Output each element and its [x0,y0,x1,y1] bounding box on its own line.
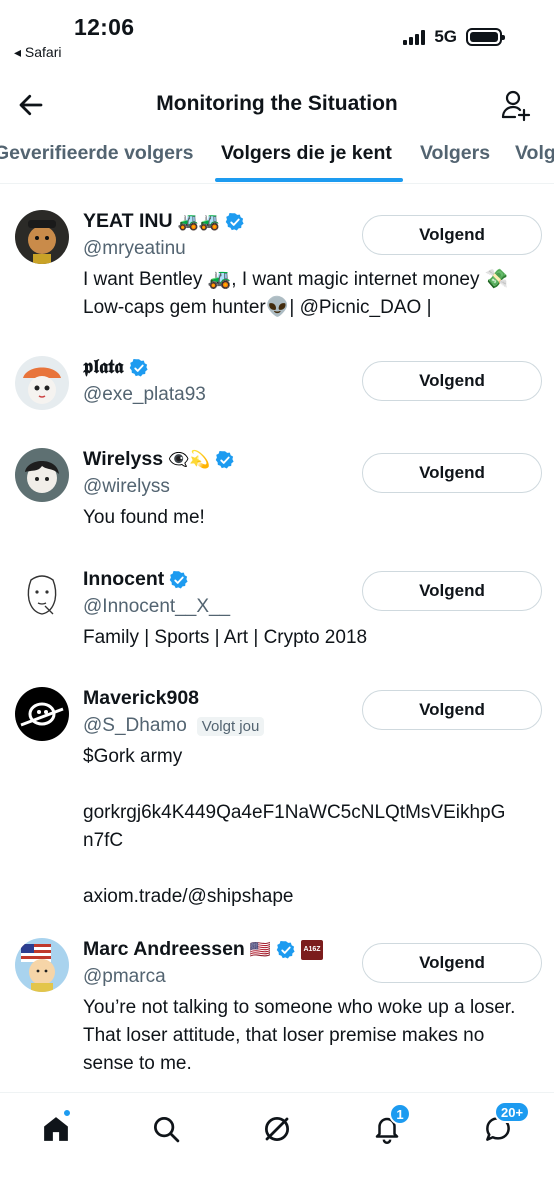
user-name-line: 𝖕𝖑𝖆𝖙𝖆 [83,356,149,379]
header: Monitoring the Situation [0,70,554,132]
user-handle: @wirelyss [83,476,170,497]
avatar[interactable] [15,938,69,992]
signal-icon [403,29,426,45]
tab-followers-you-know[interactable]: Volgers die je kent [221,142,392,165]
user-handle-line: @mryeatinu [83,238,186,260]
home-icon [44,1117,68,1141]
user-handle: @mryeatinu [83,238,186,259]
following-button[interactable]: Volgend [362,453,542,493]
user-name-line: Innocent [83,568,189,591]
add-user-button[interactable] [500,88,532,122]
following-button[interactable]: Volgend [362,943,542,983]
user-handle-line: @S_Dhamo Volgt jou [83,715,265,737]
user-name: Wirelyss [83,448,164,470]
following-button[interactable]: Volgend [362,215,542,255]
verified-badge-icon [225,212,245,232]
user-name-line: Marc Andreessen 🇺🇸 A16Z [83,938,324,961]
user-bio: You found me! [83,507,205,528]
user-handle: @pmarca [83,966,166,987]
user-handle: @exe_plata93 [83,384,206,405]
following-button[interactable]: Volgend [362,690,542,730]
user-name-line: Maverick908 [83,687,199,710]
user-name: 𝖕𝖑𝖆𝖙𝖆 [83,356,124,378]
user-handle-line: @pmarca [83,966,166,988]
user-bio: You’re not talking to someone who woke u… [83,997,516,1074]
verified-badge-icon [215,450,235,470]
verified-badge-icon [276,940,296,960]
user-name-line: Wirelyss 👁️‍🗨️💫 [83,448,235,471]
page-title: Monitoring the Situation [156,92,398,115]
follows-you-badge: Volgt jou [196,716,265,736]
user-name-line: YEAT INU 🚜🚜 [83,210,245,233]
tab-verified-followers[interactable]: Geverifieerde volgers [0,142,193,165]
tab-following[interactable]: Volg [515,142,554,165]
user-handle-line: @exe_plata93 [83,384,206,406]
avatar[interactable] [15,687,69,741]
nav-grok[interactable] [257,1109,297,1149]
status-time: 12:06 [74,14,135,40]
home-unread-dot [62,1108,72,1118]
verified-badge-icon [169,570,189,590]
bottom-tab-bar: 1 20+ [0,1092,554,1200]
user-name: Innocent [83,568,165,590]
user-handle: @S_Dhamo [83,715,187,736]
nav-messages[interactable]: 20+ [478,1101,531,1149]
following-button[interactable]: Volgend [362,361,542,401]
nav-notifications[interactable]: 1 [367,1103,411,1149]
avatar[interactable] [15,210,69,264]
status-indicators: 5G [403,27,505,47]
name-emoji: 👁️‍🗨️💫 [168,449,211,469]
nav-search[interactable] [146,1109,186,1149]
active-tab-indicator [215,178,403,182]
name-emoji: 🚜🚜 [177,211,220,231]
user-handle: @Innocent__X__ [83,596,231,617]
back-to-safari-link[interactable]: ◂ Safari [14,44,62,61]
user-handle-line: @wirelyss [83,476,170,498]
user-name: YEAT INU [83,210,173,232]
verified-badge-icon [129,358,149,378]
tab-followers[interactable]: Volgers [420,142,490,165]
avatar[interactable] [15,356,69,410]
user-bio: I want Bentley 🚜, I want magic internet … [83,269,509,318]
grok-icon [265,1117,289,1141]
user-name: Maverick908 [83,687,200,709]
user-name: Marc Andreessen [83,938,245,960]
tab-strip: Geverifieerde volgers Volgers die je ken… [0,132,554,184]
name-emoji: 🇺🇸 [249,939,272,959]
user-handle-line: @Innocent__X__ [83,596,230,618]
user-bio: $Gork army gorkrgj6k4K449Qa4eF1NaWC5cNLQ… [83,746,506,907]
avatar[interactable] [15,448,69,502]
add-user-icon [501,90,531,122]
search-icon [154,1117,180,1143]
affiliate-badge[interactable]: A16Z [301,939,324,960]
user-bio: Family | Sports | Art | Crypto 2018 [83,627,368,648]
following-button[interactable]: Volgend [362,571,542,611]
battery-icon [466,28,505,46]
network-label: 5G [434,27,457,46]
messages-badge: 20+ [494,1101,531,1123]
avatar[interactable] [15,568,69,622]
status-bar: 12:06 ◂ Safari 5G [0,0,554,70]
nav-home[interactable] [36,1108,76,1149]
notifications-badge: 1 [389,1103,411,1125]
